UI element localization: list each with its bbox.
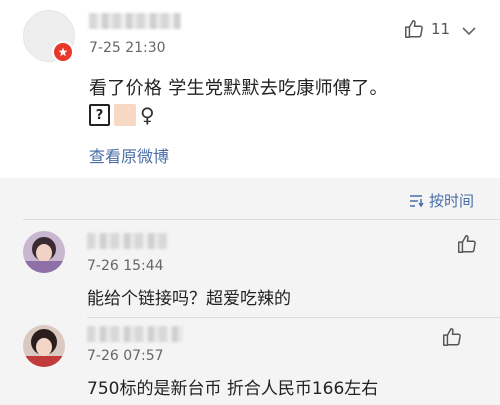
- reply-time: 7-26 15:44: [87, 258, 164, 274]
- divider: [23, 219, 500, 220]
- post-time: 7-25 21:30: [89, 40, 166, 56]
- like-count: 11: [431, 20, 451, 38]
- emoji-row: ? ♀: [89, 103, 155, 127]
- thumbs-up-icon: [443, 328, 461, 346]
- verified-badge-icon: [52, 41, 74, 63]
- sort-label: 按时间: [429, 192, 475, 210]
- sort-icon: [410, 194, 424, 207]
- like-button[interactable]: 11: [403, 18, 450, 40]
- view-original-link[interactable]: 查看原微博: [89, 143, 169, 167]
- emoji-placeholder-icon: ?: [89, 104, 110, 126]
- reply-like-button[interactable]: [441, 326, 463, 348]
- thumbs-up-icon: [405, 20, 423, 38]
- thumbs-up-icon: [458, 235, 476, 253]
- reply-avatar[interactable]: [23, 325, 65, 367]
- more-button[interactable]: [462, 21, 476, 40]
- reply-username-redacted[interactable]: [87, 233, 167, 249]
- username-redacted[interactable]: [89, 13, 181, 29]
- reply-text: 能给个链接吗？超爱吃辣的: [87, 289, 291, 309]
- chevron-down-icon: [462, 27, 476, 36]
- post-text: 看了价格 学生党默默去吃康师傅了。: [89, 78, 388, 99]
- reply-avatar[interactable]: [23, 231, 65, 273]
- sort-by-time-button[interactable]: 按时间: [408, 190, 474, 211]
- reply-like-button[interactable]: [456, 233, 478, 255]
- reply-text: 750标的是新台币 折合人民币166左右: [87, 379, 379, 399]
- reply-username-redacted[interactable]: [87, 326, 183, 342]
- emoji-image: [114, 104, 136, 126]
- reply-time: 7-26 07:57: [87, 348, 164, 364]
- female-symbol: ♀: [140, 103, 155, 127]
- divider: [87, 317, 500, 318]
